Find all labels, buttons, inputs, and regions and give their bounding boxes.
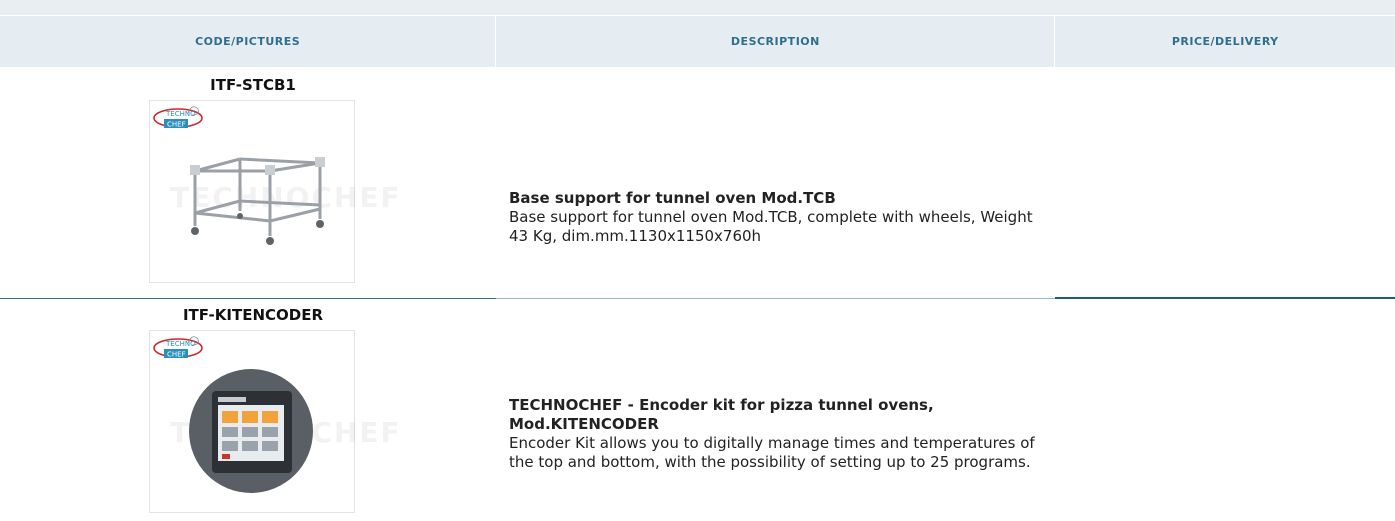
product-picture[interactable]: TECHNO CHEF TECHNOCHEF xyxy=(149,100,400,283)
header-description: DESCRIPTION xyxy=(496,16,1056,67)
product-code: ITF-STCB1 xyxy=(210,76,296,94)
product-description-block: Base support for tunnel oven Mod.TCB Bas… xyxy=(509,189,1049,246)
product-description: Encoder Kit allows you to digitally mana… xyxy=(509,434,1035,471)
product-title: TECHNOCHEF - Encoder kit for pizza tunne… xyxy=(509,396,934,433)
table-row: ITF-KITENCODER TECHNO CHEF TECHNOCHEF - … xyxy=(0,299,1395,521)
header-price-delivery: PRICE/DELIVERY xyxy=(1171,35,1279,48)
table-row: ITF-STCB1 TECHNO CHEF TECHNOCHEF Base su… xyxy=(0,67,1395,299)
header-code-pictures: CODE/PICTURES xyxy=(0,16,497,67)
cell-code-picture: ITF-KITENCODER TECHNO CHEF TECHNOCHEF xyxy=(0,299,496,521)
product-title: Base support for tunnel oven Mod.TCB xyxy=(509,189,836,207)
oven-base-stand-image xyxy=(190,157,325,245)
product-description: Base support for tunnel oven Mod.TCB, co… xyxy=(509,208,1033,245)
product-description-block: TECHNOCHEF - Encoder kit for pizza tunne… xyxy=(509,396,1049,472)
cell-code-picture: ITF-STCB1 TECHNO CHEF TECHNOCHEF xyxy=(0,67,496,299)
top-bar xyxy=(0,0,1395,15)
cell-description: Base support for tunnel oven Mod.TCB Bas… xyxy=(496,67,1055,299)
cell-price-delivery xyxy=(1055,67,1395,299)
table-header: CODE/PICTURES DESCRIPTION PRICE/DELIVERY xyxy=(0,15,1395,67)
cell-price-delivery xyxy=(1055,299,1395,521)
product-picture[interactable]: TECHNO CHEF TECHNOCHEF xyxy=(149,330,400,513)
cell-description: TECHNOCHEF - Encoder kit for pizza tunne… xyxy=(496,299,1055,521)
encoder-touch-panel-image xyxy=(189,369,313,493)
product-code: ITF-KITENCODER xyxy=(182,306,324,324)
